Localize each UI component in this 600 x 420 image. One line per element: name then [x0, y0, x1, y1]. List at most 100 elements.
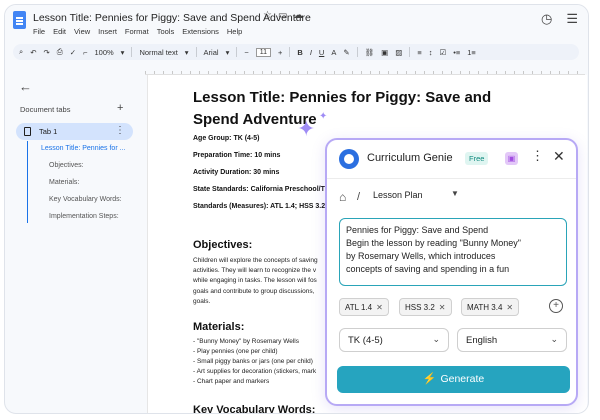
menu-help[interactable]: Help: [227, 27, 242, 36]
outline-item[interactable]: Key Vocabulary Words:: [49, 196, 122, 203]
meta-measures: Standards (Measures): ATL 1.4; HSS 3.2: [193, 203, 326, 210]
lesson-text-input[interactable]: Pennies for Piggy: Save and Spend Begin …: [339, 218, 567, 286]
toolbar-divider: [195, 47, 197, 57]
horizontal-ruler[interactable]: [145, 67, 585, 75]
language-select[interactable]: English ⌄: [457, 328, 567, 352]
generate-button[interactable]: ⚡ Generate: [337, 366, 570, 393]
add-standard-icon[interactable]: +: [549, 299, 563, 313]
sidebar-item-tab-1[interactable]: Tab 1 ⋮: [16, 123, 133, 140]
meta-state-standards: State Standards: California Preschool/T: [193, 186, 325, 193]
menu-view[interactable]: View: [74, 27, 90, 36]
menu-edit[interactable]: Edit: [53, 27, 66, 36]
objectives-line: goals.: [193, 297, 211, 305]
plan-badge: Free: [465, 152, 489, 165]
menu-extensions[interactable]: Extensions: [182, 27, 219, 36]
zoom-select[interactable]: 100%: [94, 48, 113, 57]
back-arrow-icon[interactable]: ←: [19, 79, 32, 94]
comments-icon[interactable]: ☰: [566, 11, 578, 27]
redo-icon[interactable]: ↷: [44, 48, 50, 57]
materials-item: - Small piggy banks or jars (one per chi…: [193, 358, 313, 365]
select-value: English: [466, 335, 498, 346]
bold-icon[interactable]: B: [297, 48, 302, 57]
gift-icon[interactable]: ▣: [505, 152, 518, 165]
align-icon[interactable]: ≡: [417, 48, 421, 57]
meta-age-group: Age Group: TK (4-5): [193, 135, 260, 142]
text-line: Pennies for Piggy: Save and Spend: [346, 225, 489, 235]
remove-chip-icon[interactable]: ✕: [376, 303, 383, 312]
docs-logo-icon[interactable]: [13, 11, 26, 29]
comment-icon[interactable]: ▣: [381, 48, 388, 57]
link-icon[interactable]: ⛓: [365, 48, 375, 57]
text-line: by Rosemary Wells, which introduces: [346, 251, 496, 261]
paint-format-icon[interactable]: ⌐: [83, 48, 87, 57]
caret-down-icon: ▼: [451, 189, 459, 198]
materials-item: - "Bunny Money" by Rosemary Wells: [193, 338, 300, 345]
magic-wand-icon: ⚡: [422, 373, 437, 385]
outline-item[interactable]: Materials:: [49, 179, 79, 186]
add-tab-icon[interactable]: +: [117, 102, 123, 114]
font-size-decrease-icon[interactable]: −: [244, 48, 248, 57]
more-vert-icon[interactable]: ⋮: [531, 148, 544, 164]
move-folder-icon[interactable]: ▭: [278, 10, 287, 21]
home-icon[interactable]: ⌂: [339, 190, 346, 204]
menu-file[interactable]: File: [33, 27, 45, 36]
meta-prep-time: Preparation Time: 10 mins: [193, 152, 281, 159]
history-icon[interactable]: ◷: [541, 11, 552, 27]
materials-heading: Materials:: [193, 321, 245, 333]
standard-chip[interactable]: HSS 3.2 ✕: [399, 298, 452, 316]
toolbar-divider: [356, 47, 358, 57]
undo-icon[interactable]: ↶: [30, 48, 36, 57]
chevron-down-icon: ▾: [225, 47, 230, 57]
font-size-increase-icon[interactable]: +: [278, 48, 282, 57]
highlight-icon[interactable]: ✎: [343, 48, 349, 57]
menu-insert[interactable]: Insert: [98, 27, 117, 36]
outline-item[interactable]: Implementation Steps:: [49, 213, 119, 220]
remove-chip-icon[interactable]: ✕: [506, 303, 513, 312]
app-window: Lesson Title: Pennies for Piggy: Save an…: [4, 4, 589, 414]
select-value: TK (4-5): [348, 335, 383, 346]
toolbar-divider: [236, 47, 238, 57]
italic-icon[interactable]: I: [310, 48, 312, 57]
toolbar-divider: [409, 47, 411, 57]
line-spacing-icon[interactable]: ↕: [429, 48, 433, 57]
spellcheck-icon[interactable]: ✓: [70, 48, 76, 57]
checklist-icon[interactable]: ☑: [440, 48, 447, 57]
font-size-input[interactable]: 11: [255, 47, 271, 57]
remove-chip-icon[interactable]: ✕: [439, 303, 446, 312]
lesson-heading: Lesson Title: Pennies for Piggy: Save an…: [193, 89, 492, 128]
search-icon[interactable]: ⌕: [19, 47, 23, 57]
close-icon[interactable]: ✕: [553, 148, 565, 165]
bullet-list-icon[interactable]: •≡: [453, 48, 460, 57]
chevron-down-icon: ▾: [184, 47, 189, 57]
genie-title: Curriculum Genie: [367, 152, 453, 164]
breadcrumb-lesson-plan[interactable]: Lesson Plan ▼: [365, 187, 459, 205]
objectives-text: Children will explore the concepts of sa…: [193, 256, 333, 307]
numbered-list-icon[interactable]: 1≡: [467, 48, 476, 57]
cloud-saved-icon[interactable]: ☁: [293, 10, 303, 21]
standard-chip[interactable]: MATH 3.4 ✕: [461, 298, 520, 316]
text-color-icon[interactable]: A: [331, 48, 336, 57]
standards-chips: ATL 1.4 ✕ HSS 3.2 ✕ MATH 3.4 ✕ +: [339, 297, 567, 317]
menu-tools[interactable]: Tools: [157, 27, 175, 36]
star-icon[interactable]: ☆: [263, 10, 272, 21]
header-actions: ◷ ☰: [541, 11, 578, 27]
style-select[interactable]: Normal text: [139, 48, 177, 57]
age-group-select[interactable]: TK (4-5) ⌄: [339, 328, 449, 352]
standard-chip[interactable]: ATL 1.4 ✕: [339, 298, 389, 316]
sparkle-icon: ✦: [297, 116, 316, 141]
breadcrumb-label: Lesson Plan: [373, 190, 423, 200]
document-tabs-sidebar: ← Document tabs + Tab 1 ⋮ Lesson Title: …: [5, 75, 143, 413]
print-icon[interactable]: ⎙: [57, 47, 63, 57]
toolbar-divider: [289, 47, 291, 57]
font-select[interactable]: Arial: [204, 48, 219, 57]
formatting-toolbar: ⌕ ↶ ↷ ⎙ ✓ ⌐ 100% ▾ Normal text ▾ Arial ▾…: [13, 44, 579, 60]
materials-item: - Chart paper and markers: [193, 378, 270, 385]
underline-icon[interactable]: U: [319, 48, 324, 57]
more-vert-icon[interactable]: ⋮: [115, 125, 125, 136]
outline-item[interactable]: Lesson Title: Pennies for ...: [41, 145, 125, 152]
image-icon[interactable]: ▨: [395, 48, 402, 57]
outline-item[interactable]: Objectives:: [49, 162, 84, 169]
toolbar-divider: [131, 47, 133, 57]
objectives-line: activities. They will learn to recognize…: [193, 267, 317, 275]
menu-format[interactable]: Format: [125, 27, 149, 36]
